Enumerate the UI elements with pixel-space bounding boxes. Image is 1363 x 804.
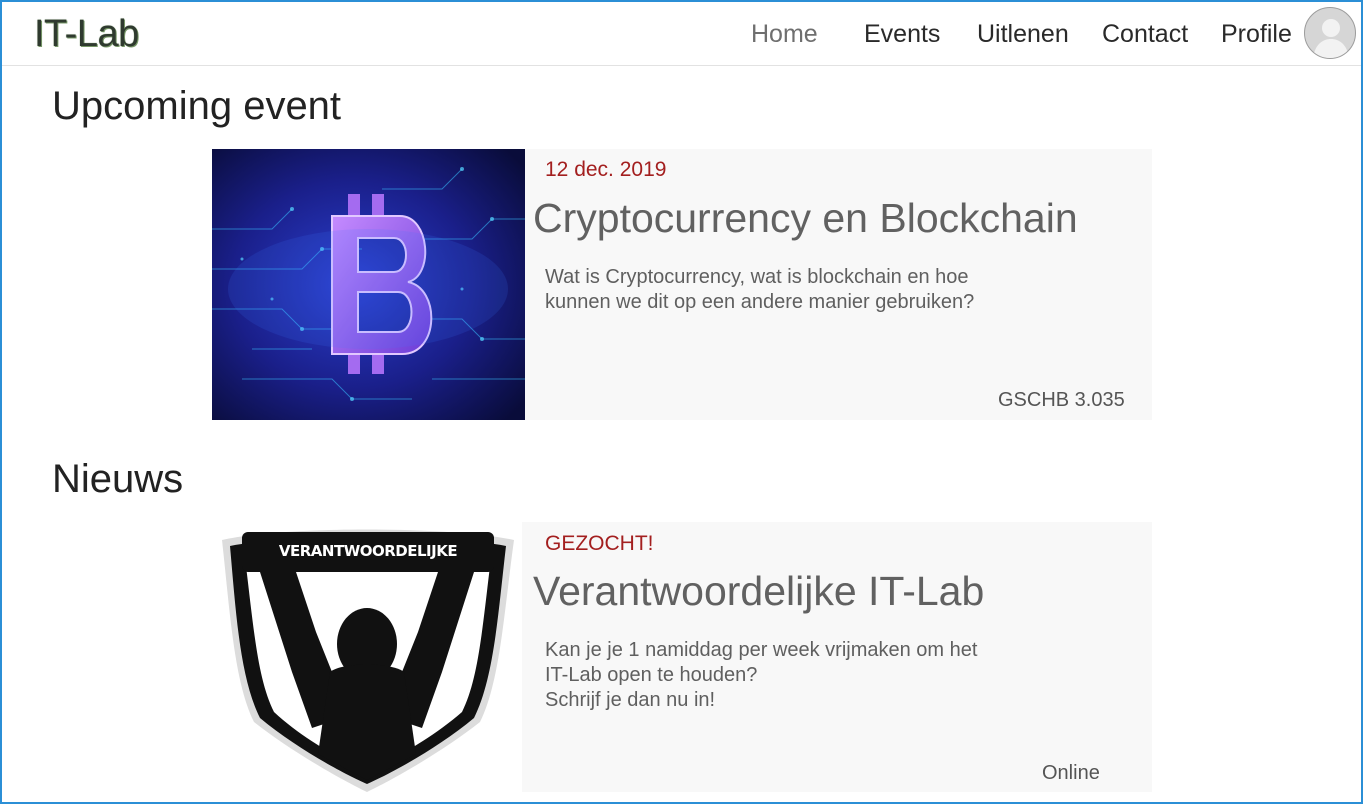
news-description-line: IT-Lab open te houden?: [545, 664, 758, 686]
nav-profile[interactable]: Profile: [1221, 20, 1292, 49]
brand-logo[interactable]: IT-Lab: [34, 13, 139, 56]
news-card[interactable]: VERANTWOORDELIJKE GEZOCHT! Verantwoordel…: [212, 522, 1152, 794]
event-card[interactable]: 12 dec. 2019 Cryptocurrency en Blockchai…: [212, 149, 1152, 420]
scarf-fan-shield-icon: VERANTWOORDELIJKE: [212, 522, 522, 799]
user-avatar-icon[interactable]: [1304, 7, 1356, 59]
news-item-title[interactable]: Verantwoordelijke IT-Lab: [533, 568, 984, 615]
badge-text: VERANTWOORDELIJKE: [278, 542, 458, 560]
event-date: 12 dec. 2019: [545, 158, 667, 181]
event-title[interactable]: Cryptocurrency en Blockchain: [533, 195, 1078, 242]
nav-events[interactable]: Events: [864, 20, 940, 49]
event-description: Wat is Cryptocurrency, wat is blockchain…: [545, 266, 975, 313]
news-tag: GEZOCHT!: [545, 532, 654, 555]
event-location: GSCHB 3.035: [998, 389, 1125, 411]
news-description-line: Kan je je 1 namiddag per week vrijmaken …: [545, 639, 978, 661]
navbar: IT-Lab Home Events Uitlenen Contact Prof…: [2, 2, 1361, 66]
news-title: Nieuws: [52, 457, 184, 501]
news-location: Online: [1042, 762, 1100, 784]
bitcoin-icon: [212, 149, 525, 425]
nav-uitlenen[interactable]: Uitlenen: [977, 20, 1069, 49]
news-description-line: Schrijf je dan nu in!: [545, 689, 716, 711]
nav-contact[interactable]: Contact: [1102, 20, 1188, 49]
upcoming-title: Upcoming event: [52, 84, 342, 128]
nav-home[interactable]: Home: [751, 20, 818, 49]
news-description: Kan je je 1 namiddag per week vrijmaken …: [545, 638, 1025, 713]
